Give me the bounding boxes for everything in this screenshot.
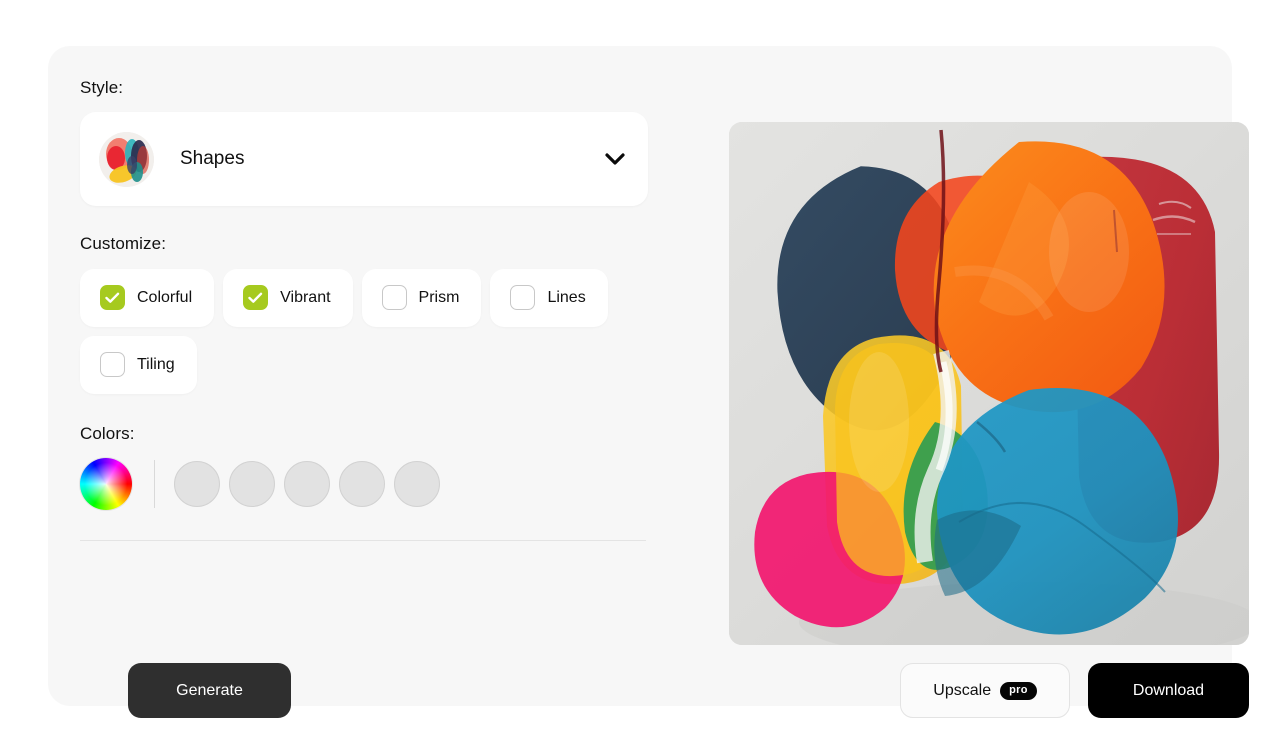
checkbox-label: Colorful [137, 288, 193, 306]
color-swatch-3[interactable] [284, 461, 330, 508]
color-wheel-icon[interactable] [80, 458, 132, 511]
section-divider [80, 540, 646, 542]
preview-image[interactable] [729, 122, 1249, 645]
pro-badge: pro [1000, 681, 1037, 700]
checkbox-label: Vibrant [280, 288, 331, 306]
upscale-label: Upscale [933, 681, 992, 699]
checkbox-label: Tiling [137, 355, 175, 373]
chevron-down-icon[interactable] [604, 148, 626, 170]
style-selected-value: Shapes [180, 148, 245, 170]
color-swatch-5[interactable] [394, 461, 440, 508]
checkbox-vibrant[interactable]: Vibrant [223, 268, 353, 327]
checkbox-label: Lines [547, 288, 586, 306]
checkbox-prism[interactable]: Prism [361, 268, 482, 327]
colors-label: Colors: [80, 423, 135, 443]
customize-label: Customize: [80, 234, 167, 254]
app-root: Style: Shapes Customize: Colorful Vibran… [0, 0, 1280, 754]
generate-button[interactable]: Generate [128, 663, 291, 718]
checkbox-tiling[interactable]: Tiling [80, 335, 197, 394]
shapes-thumbnail-icon [99, 131, 154, 187]
checkbox-colorful[interactable]: Colorful [80, 268, 215, 327]
customize-section: Customize: Colorful Vibrant Prism Lines … [80, 234, 678, 394]
color-swatch-row [80, 458, 678, 511]
checkbox-lines[interactable]: Lines [490, 268, 608, 327]
color-swatch-4[interactable] [339, 461, 385, 508]
checkbox-empty-icon [100, 352, 125, 378]
checkbox-label: Prism [418, 288, 460, 306]
customize-options: Colorful Vibrant Prism Lines Tiling [80, 268, 660, 394]
checkmark-icon [100, 285, 125, 311]
colors-section: Colors: [80, 423, 678, 511]
upscale-button[interactable]: Upscale pro [900, 663, 1070, 718]
checkmark-icon [243, 285, 269, 311]
swatch-divider [154, 460, 155, 509]
controls-column: Style: Shapes Customize: Colorful Vibran… [80, 78, 678, 542]
style-label: Style: [80, 78, 124, 97]
checkbox-empty-icon [510, 285, 536, 311]
checkbox-empty-icon [381, 285, 407, 311]
generator-panel: Style: Shapes Customize: Colorful Vibran… [48, 46, 1249, 718]
download-button[interactable]: Download [1088, 663, 1249, 718]
color-swatch-2[interactable] [229, 461, 275, 508]
style-select[interactable]: Shapes [80, 112, 648, 207]
color-swatch-1[interactable] [174, 461, 220, 508]
